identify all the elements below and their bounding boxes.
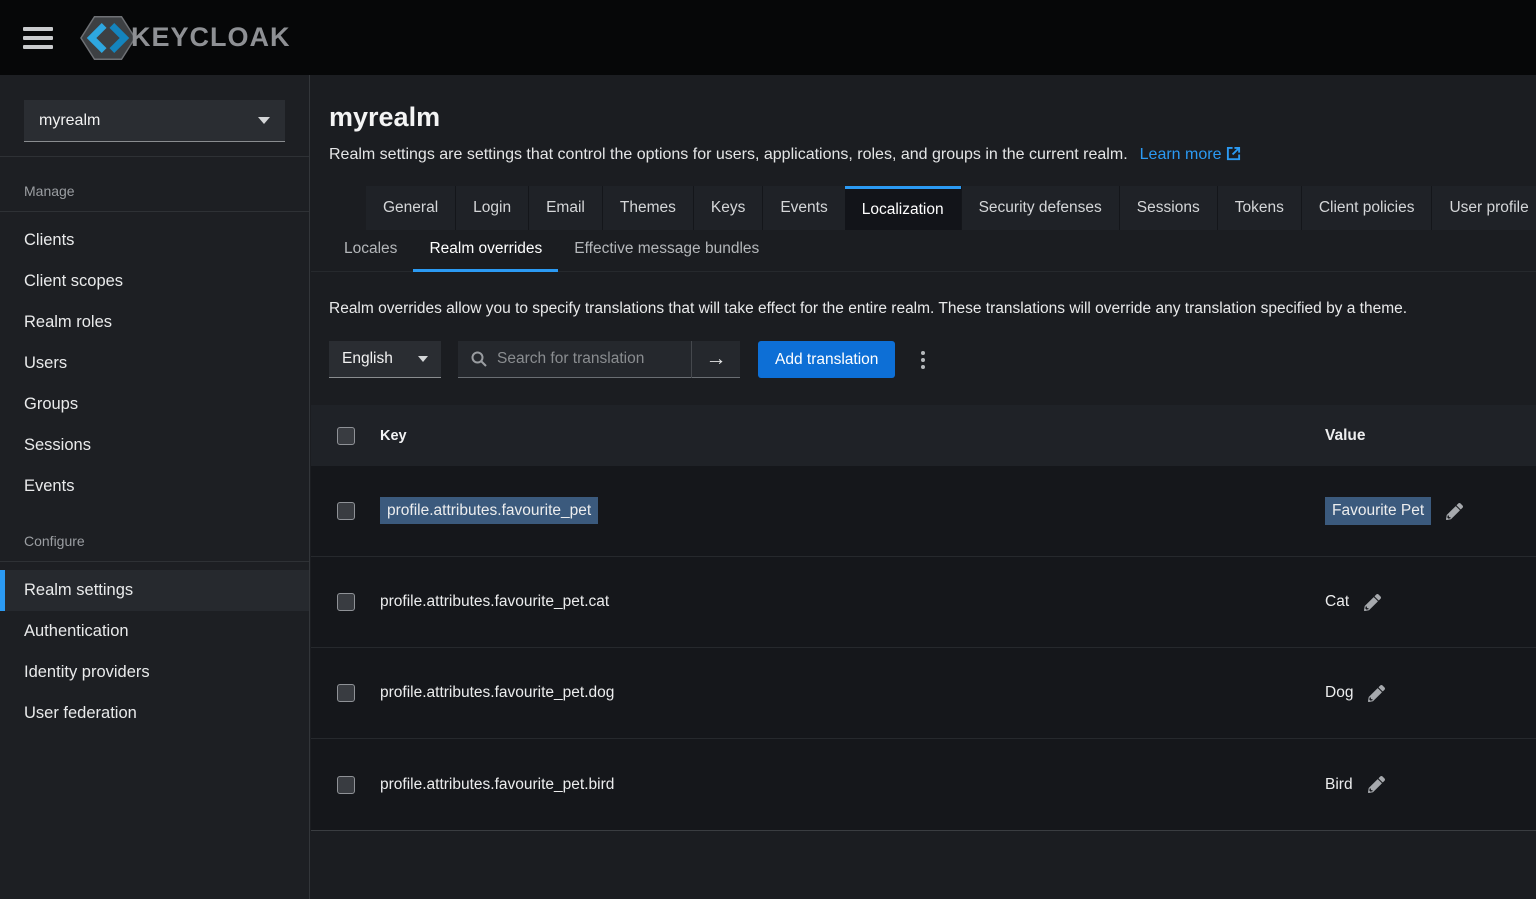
page-description: Realm settings are settings that control…: [329, 146, 1519, 164]
table-row: profile.attributes.favourite_pet Favouri…: [311, 466, 1536, 557]
tab-client-policies[interactable]: Client policies: [1301, 186, 1432, 230]
table-bottom-divider: [311, 830, 1536, 831]
keycloak-logo[interactable]: KEYCLOAK: [79, 14, 291, 62]
tab-sessions[interactable]: Sessions: [1119, 186, 1217, 230]
sidebar-item-authentication[interactable]: Authentication: [0, 611, 309, 652]
translation-value: Bird: [1325, 776, 1353, 794]
brand-text: KEYCLOAK: [131, 22, 291, 53]
column-header-key: Key: [380, 428, 1325, 444]
edit-pencil-icon[interactable]: [1446, 503, 1463, 520]
sidebar-item-realm-settings[interactable]: Realm settings: [0, 570, 309, 611]
sidebar-item-users[interactable]: Users: [0, 343, 309, 384]
tab-events[interactable]: Events: [762, 186, 844, 230]
realm-selector[interactable]: myrealm: [24, 100, 285, 142]
toolbar: English → Add translation: [329, 341, 1536, 378]
translations-table: Key Value profile.attributes.favourite_p…: [311, 405, 1536, 831]
translation-value: Dog: [1325, 684, 1353, 702]
edit-pencil-icon[interactable]: [1364, 594, 1381, 611]
translation-key: profile.attributes.favourite_pet: [380, 497, 598, 524]
search-group: →: [458, 341, 740, 378]
external-link-icon: [1221, 146, 1241, 163]
localization-subtabs: LocalesRealm overridesEffective message …: [311, 230, 1536, 272]
row-checkbox[interactable]: [337, 502, 355, 520]
table-row: profile.attributes.favourite_pet.cat Cat: [311, 557, 1536, 648]
top-bar: KEYCLOAK: [0, 0, 1536, 75]
translation-value: Cat: [1325, 593, 1349, 611]
table-header: Key Value: [311, 405, 1536, 466]
tab-themes[interactable]: Themes: [602, 186, 693, 230]
tab-keys[interactable]: Keys: [693, 186, 762, 230]
row-checkbox[interactable]: [337, 776, 355, 794]
table-row: profile.attributes.favourite_pet.dog Dog: [311, 648, 1536, 739]
translation-value: Favourite Pet: [1325, 497, 1431, 525]
tab-user-profile[interactable]: User profile: [1431, 186, 1536, 230]
language-select[interactable]: English: [329, 341, 441, 378]
sidebar-item-groups[interactable]: Groups: [0, 384, 309, 425]
tab-security-defenses[interactable]: Security defenses: [961, 186, 1119, 230]
tab-localization[interactable]: Localization: [845, 186, 961, 230]
search-submit-button[interactable]: →: [691, 341, 740, 378]
kebab-menu-icon[interactable]: [915, 345, 931, 375]
sidebar-item-client-scopes[interactable]: Client scopes: [0, 261, 309, 302]
realm-selector-value: myrealm: [39, 112, 100, 130]
subtab-locales[interactable]: Locales: [328, 230, 413, 271]
search-icon: [471, 351, 487, 367]
translation-key: profile.attributes.favourite_pet.dog: [380, 684, 614, 701]
language-select-value: English: [342, 350, 393, 368]
row-checkbox[interactable]: [337, 593, 355, 611]
table-row: profile.attributes.favourite_pet.bird Bi…: [311, 739, 1536, 830]
chevron-down-icon: [258, 117, 270, 124]
add-translation-button[interactable]: Add translation: [758, 341, 895, 378]
sidebar-item-sessions[interactable]: Sessions: [0, 425, 309, 466]
hamburger-menu-icon[interactable]: [23, 27, 53, 49]
translation-key: profile.attributes.favourite_pet.bird: [380, 776, 614, 793]
main-content: myrealm Realm settings are settings that…: [311, 75, 1536, 899]
sidebar-item-clients[interactable]: Clients: [0, 220, 309, 261]
page-description-text: Realm settings are settings that control…: [329, 146, 1128, 163]
realm-overrides-description: Realm overrides allow you to specify tra…: [329, 300, 1519, 318]
keycloak-hexagon-icon: [79, 14, 137, 62]
page-title: myrealm: [329, 102, 1519, 133]
tab-login[interactable]: Login: [455, 186, 528, 230]
tab-email[interactable]: Email: [528, 186, 602, 230]
nav-section-label-configure: Configure: [0, 533, 309, 561]
nav-section-label-manage: Manage: [0, 183, 309, 211]
sidebar-item-realm-roles[interactable]: Realm roles: [0, 302, 309, 343]
row-checkbox[interactable]: [337, 684, 355, 702]
learn-more-link[interactable]: Learn more: [1140, 146, 1242, 163]
realm-settings-tabs: GeneralLoginEmailThemesKeysEventsLocaliz…: [366, 186, 1536, 230]
subtab-effective-message-bundles[interactable]: Effective message bundles: [558, 230, 775, 271]
search-input[interactable]: [497, 350, 691, 368]
chevron-down-icon: [418, 356, 428, 362]
sidebar: myrealm ManageClientsClient scopesRealm …: [0, 75, 310, 899]
sidebar-item-user-federation[interactable]: User federation: [0, 693, 309, 734]
sidebar-item-events[interactable]: Events: [0, 466, 309, 507]
arrow-right-icon: →: [706, 347, 727, 371]
sidebar-item-identity-providers[interactable]: Identity providers: [0, 652, 309, 693]
subtab-realm-overrides[interactable]: Realm overrides: [413, 230, 558, 271]
tab-tokens[interactable]: Tokens: [1217, 186, 1301, 230]
tab-general[interactable]: General: [366, 186, 455, 230]
translation-key: profile.attributes.favourite_pet.cat: [380, 593, 609, 610]
select-all-checkbox[interactable]: [337, 427, 355, 445]
column-header-value: Value: [1325, 427, 1536, 445]
edit-pencil-icon[interactable]: [1368, 685, 1385, 702]
edit-pencil-icon[interactable]: [1368, 776, 1385, 793]
